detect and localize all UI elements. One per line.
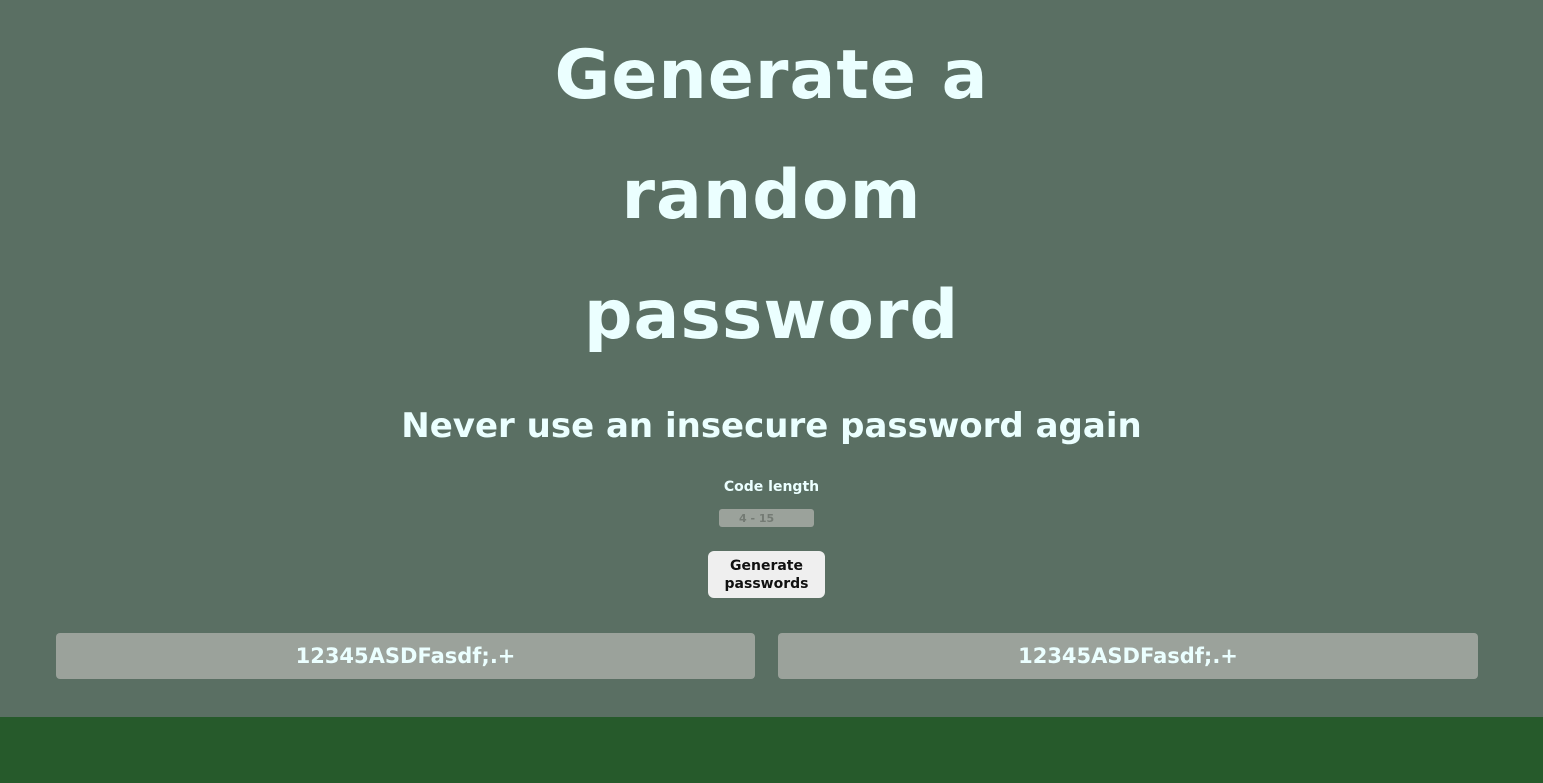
code-length-label: Code length <box>723 479 820 495</box>
page-subtitle: Never use an insecure password again <box>401 406 1142 446</box>
password-output-2[interactable]: 12345ASDFasdf;.+ <box>778 633 1478 679</box>
generate-passwords-button[interactable]: Generate passwords <box>708 551 825 598</box>
title-line-2: random <box>621 156 922 235</box>
page-title: Generate a random password <box>0 16 1543 376</box>
footer-bar <box>0 717 1543 783</box>
title-line-3: password <box>583 276 960 355</box>
title-line-1: Generate a <box>554 36 989 115</box>
page-body: Generate a random password Never use an … <box>0 0 1543 717</box>
code-length-input[interactable] <box>719 509 814 527</box>
password-output-1[interactable]: 12345ASDFasdf;.+ <box>56 633 755 679</box>
